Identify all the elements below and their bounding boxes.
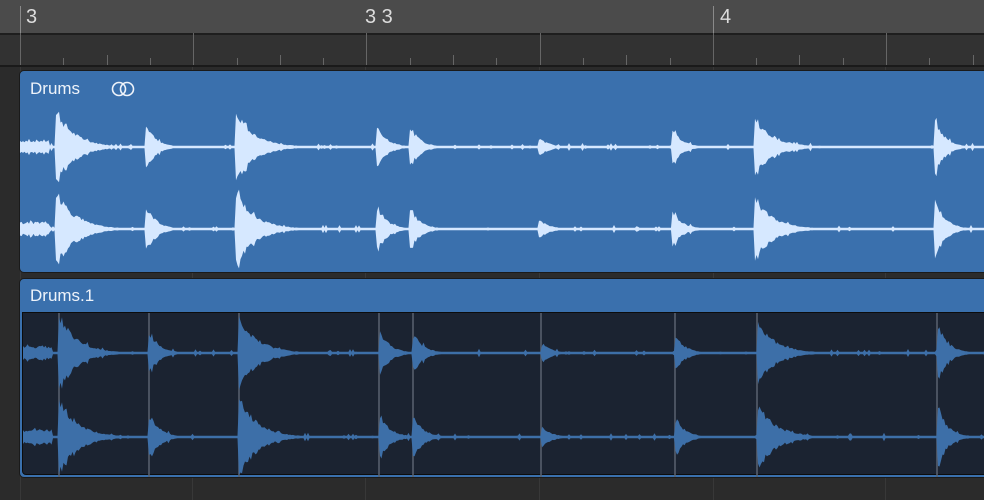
- ruler-tick: [149, 58, 151, 65]
- ruler-tick: [409, 58, 411, 65]
- ruler-tick: [106, 55, 108, 65]
- region-name: Drums.1: [30, 286, 95, 305]
- waveform: [20, 111, 984, 269]
- ruler-tick: [929, 58, 931, 65]
- ruler-tick: [453, 55, 454, 65]
- ruler-tick: [886, 33, 887, 65]
- waveform-channel: [23, 315, 984, 391]
- ruler-tick: [972, 55, 974, 65]
- region-body: [22, 312, 984, 477]
- sub-ruler[interactable]: [0, 33, 984, 67]
- ruler-tick: [712, 33, 714, 65]
- bar-label: 3: [26, 6, 38, 28]
- bar-label: 4: [720, 6, 732, 28]
- ruler-tick: [626, 55, 628, 65]
- waveform: [23, 313, 984, 477]
- ruler-tick: [539, 33, 541, 65]
- ruler-tick: [756, 58, 758, 65]
- ruler-tick: [799, 55, 801, 65]
- audio-region-drums[interactable]: Drums: [19, 70, 984, 273]
- ruler-tick: [20, 33, 21, 65]
- ruler-tick: [279, 55, 281, 65]
- ruler-tick: [496, 58, 498, 65]
- beat-label: 3 3: [365, 6, 393, 28]
- waveform-channel: [23, 398, 984, 476]
- waveform-channel: [20, 189, 984, 269]
- ruler-tick: [582, 58, 584, 65]
- waveform-channel: [20, 111, 984, 183]
- ruler-tick: [323, 58, 325, 65]
- ruler-tick: [236, 58, 238, 65]
- ruler-tick: [669, 58, 671, 65]
- bar-marker: [20, 6, 21, 35]
- ruler-tick: [842, 58, 844, 65]
- ruler-tick: [193, 33, 195, 65]
- ruler-tick: [63, 58, 65, 65]
- bar-marker: [713, 6, 714, 35]
- bar-ruler[interactable]: 3 3 3 4: [0, 0, 984, 35]
- audio-region-drums-1[interactable]: Drums.1: [19, 278, 984, 478]
- ruler-tick: [366, 33, 368, 65]
